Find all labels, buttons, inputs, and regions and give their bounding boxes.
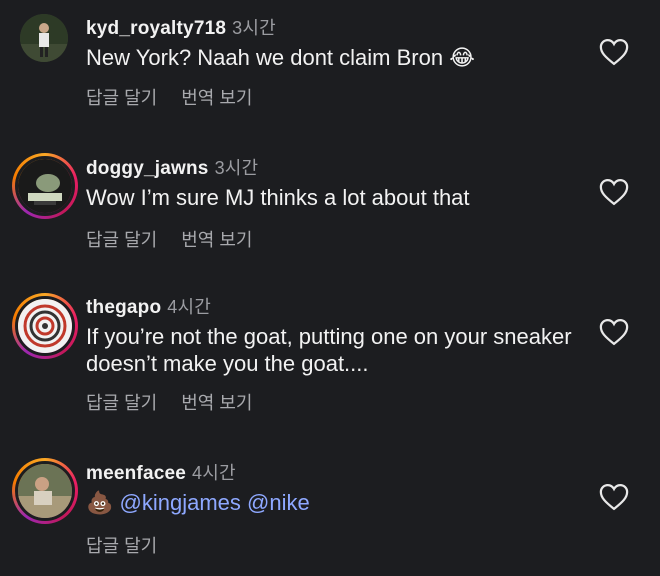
poop-emoji-icon: 💩: [86, 490, 114, 515]
comment-time: 4시간: [192, 463, 236, 483]
reply-button[interactable]: 답글 달기: [86, 393, 157, 413]
username-text[interactable]: doggy_jawns: [86, 158, 209, 179]
comment-username[interactable]: kyd_royalty718 3시간: [86, 14, 276, 40]
comment-actions: 답글 달기 번역 보기: [86, 389, 277, 415]
mention-link[interactable]: @nike: [247, 490, 310, 515]
comment-actions: 답글 달기 번역 보기: [86, 226, 277, 252]
comment-actions: 답글 달기: [86, 532, 181, 558]
comment-username[interactable]: doggy_jawns 3시간: [86, 154, 258, 180]
heart-outline-icon[interactable]: [599, 38, 629, 66]
avatar-image: [18, 159, 72, 213]
username-text[interactable]: kyd_royalty718: [86, 18, 226, 39]
comment-time: 3시간: [232, 18, 276, 38]
heart-outline-icon[interactable]: [599, 178, 629, 206]
avatar-story-ring[interactable]: [12, 293, 78, 359]
avatar[interactable]: [20, 14, 68, 62]
comment-body: If you’re not the goat, putting one on y…: [86, 324, 572, 376]
reply-button[interactable]: 답글 달기: [86, 230, 157, 250]
reply-button[interactable]: 답글 달기: [86, 88, 157, 108]
comment-actions: 답글 달기 번역 보기: [86, 84, 277, 110]
translate-button[interactable]: 번역 보기: [181, 230, 252, 250]
comment-text: If you’re not the goat, putting one on y…: [86, 323, 576, 377]
comment-time: 3시간: [214, 158, 259, 178]
heart-outline-icon[interactable]: [599, 318, 629, 346]
laughing-emoji-icon: 😂: [449, 45, 475, 70]
comment-text: Wow I’m sure MJ thinks a lot about that: [86, 184, 576, 211]
avatar-image: [18, 464, 72, 518]
comment-text: 💩 @kingjames @nike: [86, 489, 576, 516]
translate-button[interactable]: 번역 보기: [181, 393, 252, 413]
avatar: [15, 461, 75, 521]
heart-outline-icon[interactable]: [599, 483, 629, 511]
avatar-story-ring[interactable]: [12, 153, 78, 219]
comment-body: Wow I’m sure MJ thinks a lot about that: [86, 185, 470, 210]
mention-link[interactable]: @kingjames: [120, 490, 241, 515]
username-text[interactable]: thegapo: [86, 297, 161, 318]
comment-text: New York? Naah we dont claim Bron 😂: [86, 44, 576, 71]
avatar: [15, 296, 75, 356]
comment-time: 4시간: [167, 297, 212, 317]
avatar: [15, 156, 75, 216]
comment-body: New York? Naah we dont claim Bron: [86, 45, 444, 70]
translate-button[interactable]: 번역 보기: [181, 88, 252, 108]
comment-username[interactable]: thegapo 4시간: [86, 293, 211, 319]
username-text[interactable]: meenfacee: [86, 463, 186, 484]
avatar-image: [18, 299, 72, 353]
reply-button[interactable]: 답글 달기: [86, 536, 157, 556]
avatar-story-ring[interactable]: [12, 458, 78, 524]
comment-username[interactable]: meenfacee 4시간: [86, 459, 236, 485]
avatar-image: [20, 14, 68, 62]
